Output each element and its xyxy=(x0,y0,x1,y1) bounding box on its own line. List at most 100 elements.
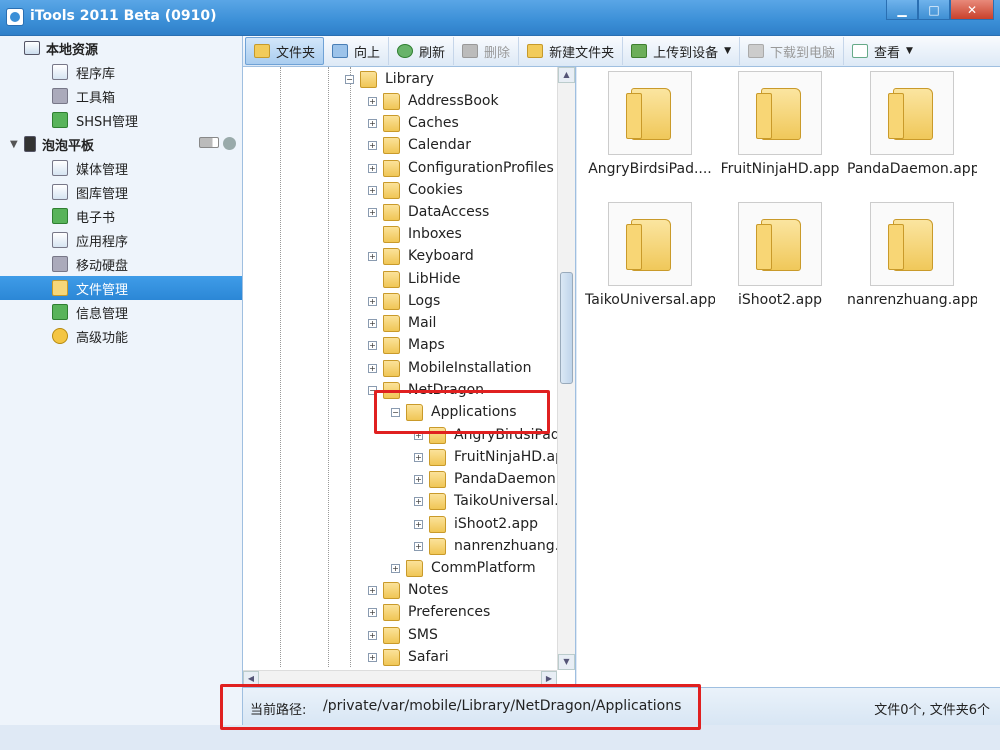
node-label: PandaDaemon. xyxy=(454,471,561,487)
sidebar-item-photos[interactable]: 图库管理 xyxy=(0,180,242,204)
sidebar-item-media[interactable]: 媒体管理 xyxy=(0,156,242,180)
dropdown-arrow-icon[interactable]: ▼ xyxy=(724,46,731,56)
folder-icon xyxy=(383,92,400,110)
download-button[interactable]: 下载到电脑 xyxy=(740,37,845,65)
sidebar-item-messages[interactable]: 信息管理 xyxy=(0,300,242,324)
tree-node-library[interactable]: − Library xyxy=(345,68,434,90)
file-item[interactable]: TaikoUniversal.app xyxy=(585,202,715,308)
expand-icon[interactable]: + xyxy=(368,96,377,106)
delete-button[interactable]: 删除 xyxy=(454,37,520,65)
folder-view-button[interactable]: 文件夹 xyxy=(245,37,325,65)
tablet-icon xyxy=(24,136,36,152)
tree-node[interactable]: + Logs xyxy=(368,290,440,312)
node-label: Logs xyxy=(408,293,441,309)
expand-icon[interactable]: + xyxy=(414,452,423,462)
tree-vertical-scrollbar[interactable]: ▲ ▼ xyxy=(557,67,575,670)
tree-node[interactable]: + Calendar xyxy=(368,134,471,156)
file-item[interactable]: FruitNinjaHD.app xyxy=(715,71,845,177)
scroll-down-icon[interactable]: ▼ xyxy=(558,654,575,670)
sidebar-item-advanced[interactable]: 高级功能 xyxy=(0,324,242,348)
refresh-button[interactable]: 刷新 xyxy=(389,37,455,65)
expand-icon[interactable]: + xyxy=(368,652,377,662)
tree-node[interactable]: + CommPlatform xyxy=(391,557,536,579)
tree-node[interactable]: + Mail xyxy=(368,312,436,334)
eject-icon[interactable] xyxy=(223,137,236,150)
tree-node[interactable]: LibHide xyxy=(383,268,461,290)
expand-icon[interactable]: + xyxy=(414,496,423,506)
sidebar-group-device[interactable]: ▼ 泡泡平板 xyxy=(0,132,242,156)
tree-node[interactable]: + Maps xyxy=(368,334,445,356)
scroll-up-icon[interactable]: ▲ xyxy=(558,67,575,83)
tree-node-app[interactable]: + FruitNinjaHD.ap xyxy=(414,446,564,468)
expand-icon[interactable]: + xyxy=(368,251,377,261)
tree-node[interactable]: + ConfigurationProfiles xyxy=(368,157,554,179)
file-item[interactable]: nanrenzhuang.app xyxy=(847,202,977,308)
sidebar-item-label: 应用程序 xyxy=(76,234,129,250)
tree-node[interactable]: + Safari xyxy=(368,646,449,668)
tree-node[interactable]: + Keyboard xyxy=(368,245,474,267)
tree-node[interactable]: + Cookies xyxy=(368,179,463,201)
tree-node-app[interactable]: + iShoot2.app xyxy=(414,513,538,535)
expand-icon[interactable]: + xyxy=(368,118,377,128)
expand-icon[interactable]: + xyxy=(368,207,377,217)
folder-icon xyxy=(756,88,801,140)
close-button[interactable]: ✕ xyxy=(950,0,994,20)
file-item[interactable]: AngryBirdsiPad.... xyxy=(585,71,715,177)
sidebar-group-local[interactable]: 本地资源 xyxy=(0,36,242,60)
expand-icon[interactable]: + xyxy=(368,318,377,328)
expand-icon[interactable]: + xyxy=(368,340,377,350)
tree-node[interactable]: + SMS xyxy=(368,624,438,646)
up-button[interactable]: 向上 xyxy=(324,37,390,65)
collapse-arrow-icon[interactable]: ▼ xyxy=(10,139,24,150)
expand-icon[interactable]: + xyxy=(414,474,423,484)
minimize-button[interactable]: ▁ xyxy=(886,0,918,20)
sidebar-item-file-manager[interactable]: 文件管理 xyxy=(0,276,242,300)
expand-icon[interactable]: + xyxy=(414,519,423,529)
collapse-icon[interactable]: − xyxy=(345,74,354,84)
expand-icon[interactable]: + xyxy=(368,140,377,150)
expand-icon[interactable]: + xyxy=(368,185,377,195)
tree-node[interactable]: + Caches xyxy=(368,112,459,134)
tree-node[interactable]: Inboxes xyxy=(383,223,462,245)
tree-node-app[interactable]: + nanrenzhuang.a xyxy=(414,535,568,557)
tree-node[interactable]: + DataAccess xyxy=(368,201,489,223)
tree-node[interactable]: + Notes xyxy=(368,579,448,601)
file-item[interactable]: PandaDaemon.app xyxy=(847,71,977,177)
expand-icon[interactable]: + xyxy=(368,607,377,617)
expand-icon[interactable]: + xyxy=(368,163,377,173)
node-label: iShoot2.app xyxy=(454,516,538,532)
tree-node[interactable]: + MobileInstallation xyxy=(368,357,531,379)
view-button[interactable]: 查看 ▼ xyxy=(844,37,921,65)
node-label: Safari xyxy=(408,649,449,665)
sidebar-item-ebooks[interactable]: 电子书 xyxy=(0,204,242,228)
sidebar-item-label: 高级功能 xyxy=(76,330,129,346)
sidebar-item-disk[interactable]: 移动硬盘 xyxy=(0,252,242,276)
tree-node[interactable]: + AddressBook xyxy=(368,90,499,112)
scroll-thumb[interactable] xyxy=(560,272,573,384)
file-item[interactable]: iShoot2.app xyxy=(715,202,845,308)
sidebar-item-app-library[interactable]: 程序库 xyxy=(0,60,242,84)
sidebar-item-toolbox[interactable]: 工具箱 xyxy=(0,84,242,108)
tree-node-app[interactable]: + TaikoUniversal. xyxy=(414,490,559,512)
sidebar-item-apps[interactable]: 应用程序 xyxy=(0,228,242,252)
tree-node-app[interactable]: + PandaDaemon. xyxy=(414,468,560,490)
sidebar-item-shsh[interactable]: SHSH管理 xyxy=(0,108,242,132)
dropdown-arrow-icon[interactable]: ▼ xyxy=(906,46,913,56)
window-controls: ▁ □ ✕ xyxy=(886,0,994,20)
expand-icon[interactable]: + xyxy=(391,563,400,573)
upload-button[interactable]: 上传到设备 ▼ xyxy=(623,37,741,65)
tree-node[interactable]: + Preferences xyxy=(368,601,490,623)
item-count: 文件0个, 文件夹6个 xyxy=(874,703,990,718)
new-folder-button[interactable]: 新建文件夹 xyxy=(519,37,624,65)
button-label: 上传到设备 xyxy=(653,45,719,61)
expand-icon[interactable]: + xyxy=(368,363,377,373)
maximize-button[interactable]: □ xyxy=(918,0,950,20)
expand-icon[interactable]: + xyxy=(368,630,377,640)
expand-icon[interactable]: + xyxy=(368,585,377,595)
expand-icon[interactable]: + xyxy=(368,296,377,306)
folder-thumbnail xyxy=(608,202,692,286)
node-label: Calendar xyxy=(408,137,471,153)
tree-guide-line xyxy=(328,67,329,667)
expand-icon[interactable]: + xyxy=(414,541,423,551)
sidebar-item-label: 文件管理 xyxy=(76,282,129,298)
